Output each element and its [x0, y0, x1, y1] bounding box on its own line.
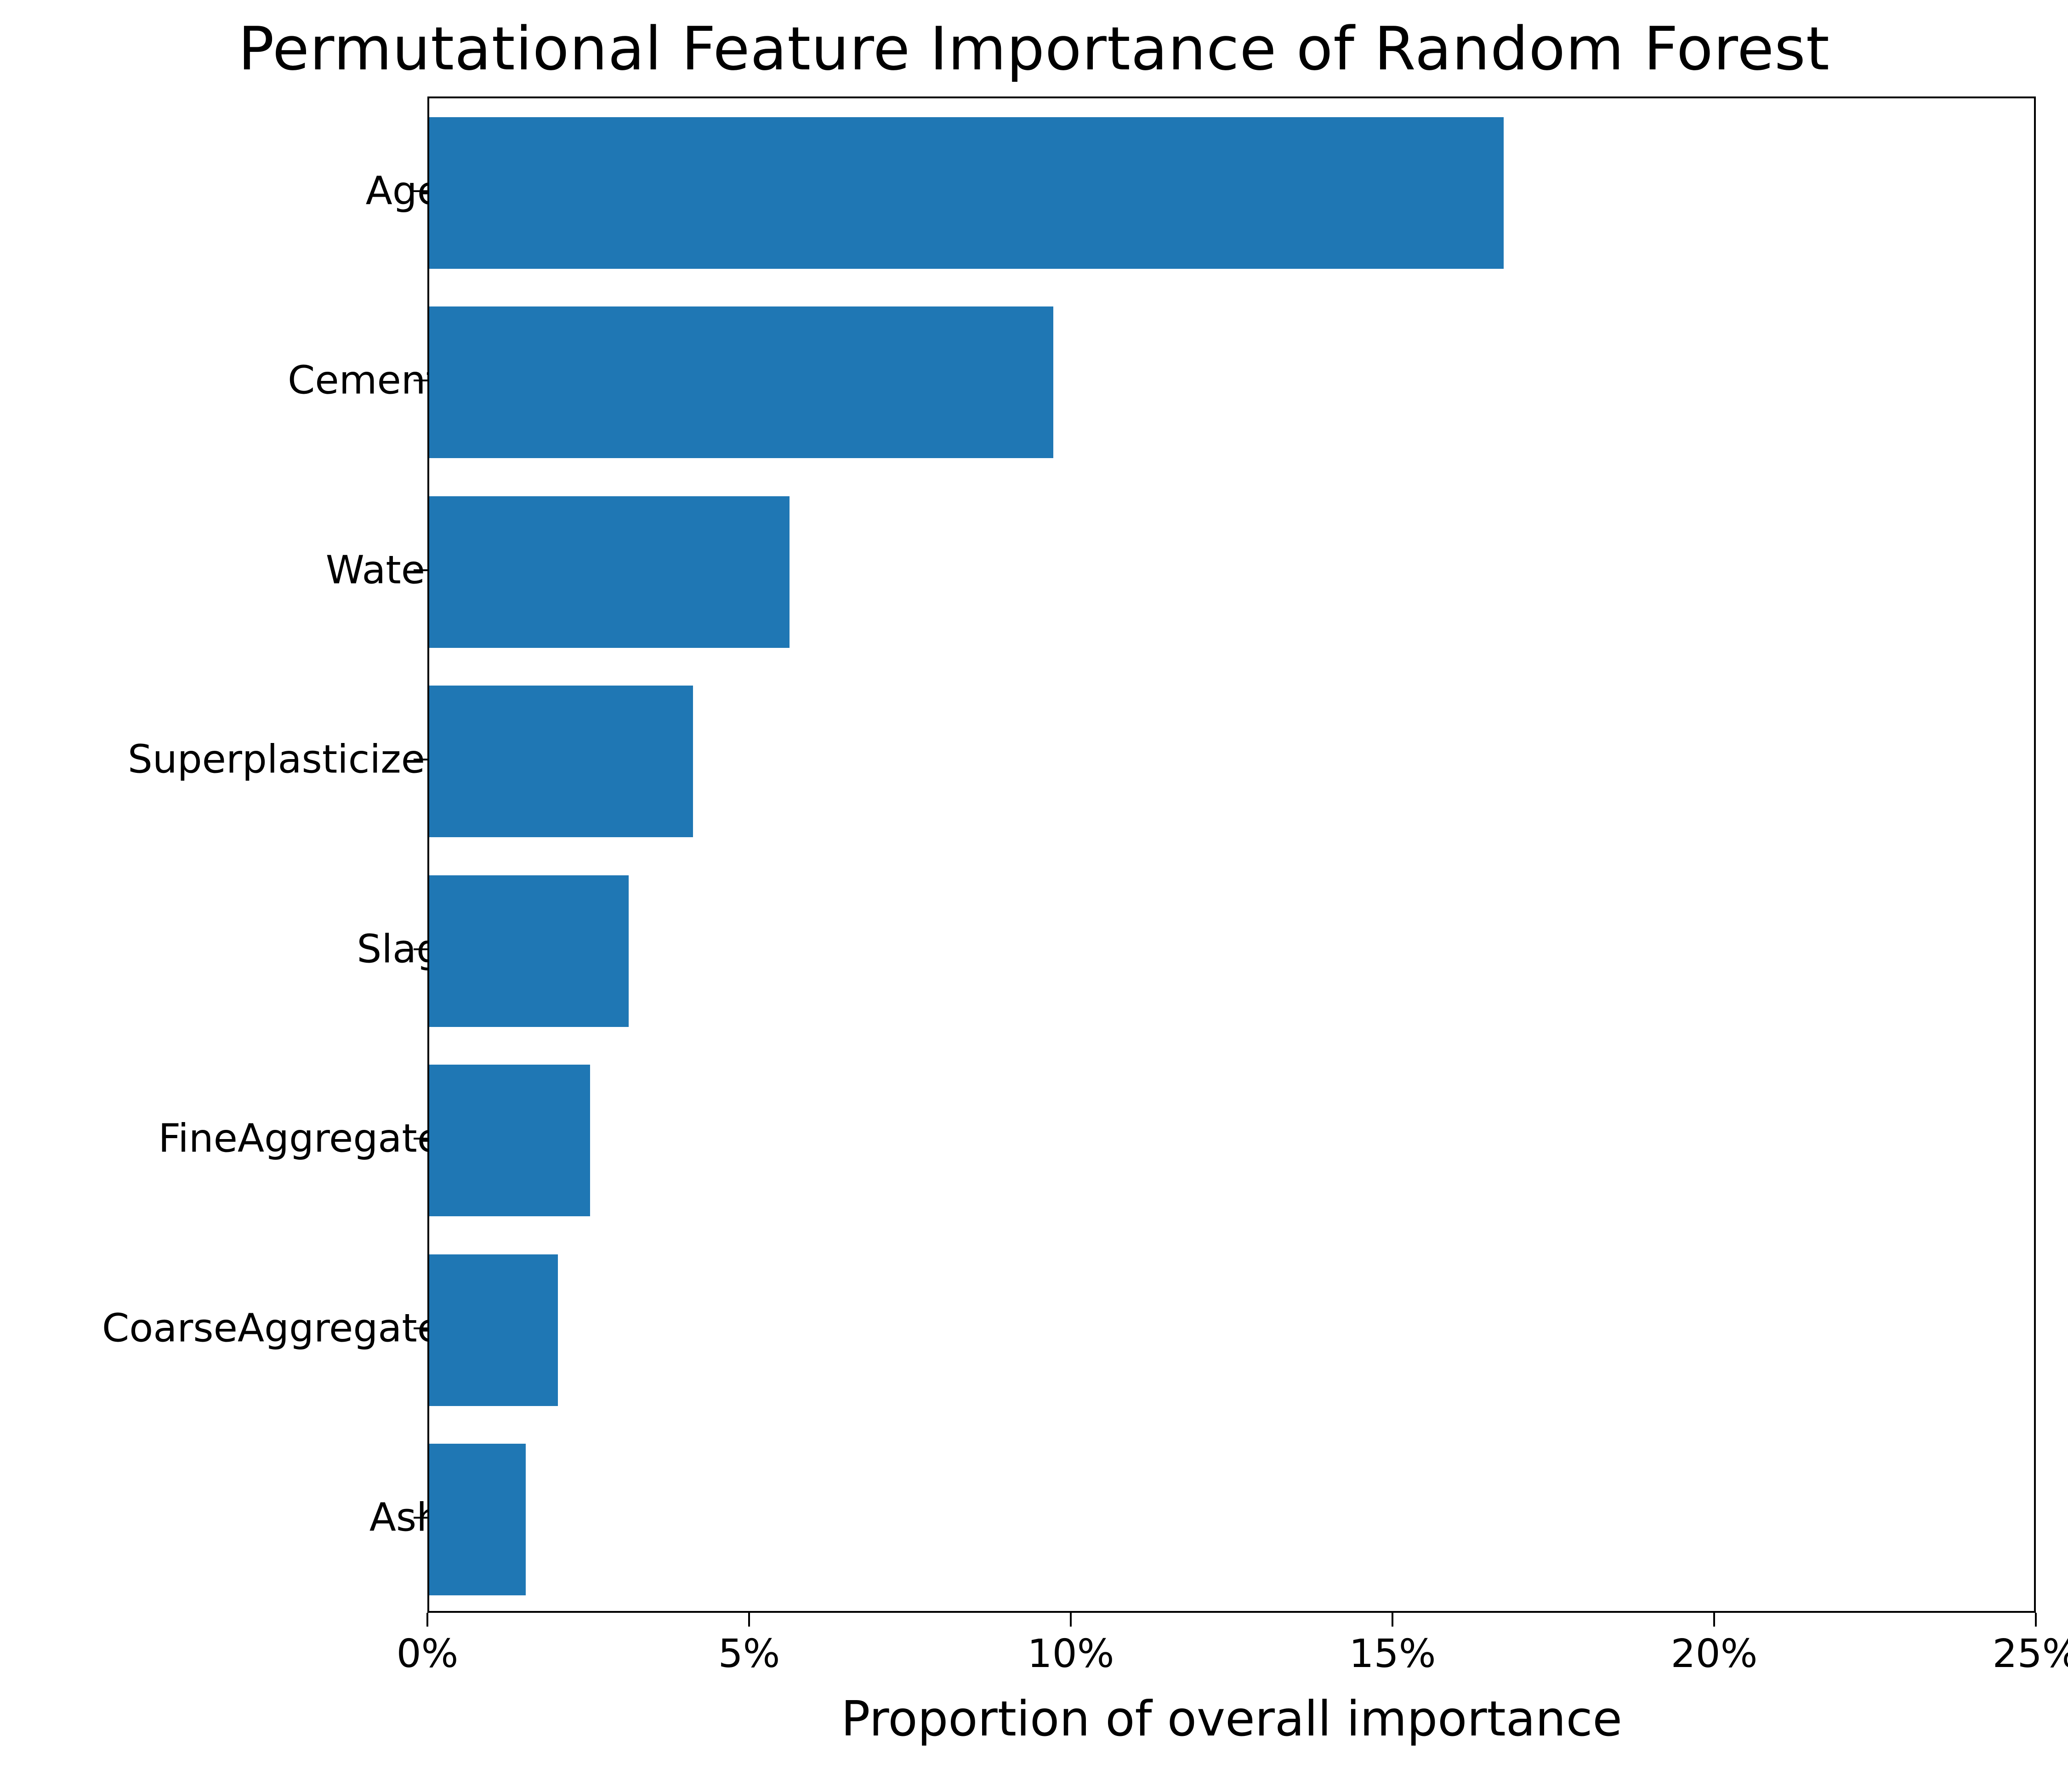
bar-cement [429, 306, 1053, 458]
chart-figure: Permutational Feature Importance of Rand… [0, 0, 2068, 1792]
ytick-label: Cement [288, 358, 441, 403]
bar-slag [429, 875, 629, 1027]
xtick-label: 10% [1028, 1631, 1114, 1677]
ytick-label: Superplasticizer [128, 737, 441, 783]
xtick-label: 0% [397, 1631, 459, 1677]
ytick-label: FineAggregate [158, 1116, 441, 1162]
bar-age [429, 117, 1504, 269]
bar-water [429, 496, 790, 648]
xtick-mark [426, 1613, 428, 1627]
xtick-mark [1713, 1613, 1715, 1627]
xtick-label: 5% [718, 1631, 780, 1677]
xtick-label: 25% [1993, 1631, 2068, 1677]
xtick-mark [1392, 1613, 1393, 1627]
chart-title: Permutational Feature Importance of Rand… [0, 14, 2068, 84]
xtick-mark [2035, 1613, 2037, 1627]
plot-area [427, 96, 2036, 1613]
bar-fineaggregate [429, 1065, 590, 1216]
bar-coarseaggregate [429, 1254, 558, 1406]
xtick-label: 15% [1349, 1631, 1436, 1677]
bars-group [429, 98, 2034, 1611]
xtick-mark [748, 1613, 750, 1627]
bar-superplasticizer [429, 686, 693, 837]
xtick-mark [1070, 1613, 1072, 1627]
ytick-label: Water [326, 548, 441, 593]
xtick-label: 20% [1671, 1631, 1758, 1677]
x-axis-label: Proportion of overall importance [427, 1691, 2036, 1747]
bar-ash [429, 1444, 526, 1595]
ytick-label: CoarseAggregate [102, 1306, 441, 1351]
